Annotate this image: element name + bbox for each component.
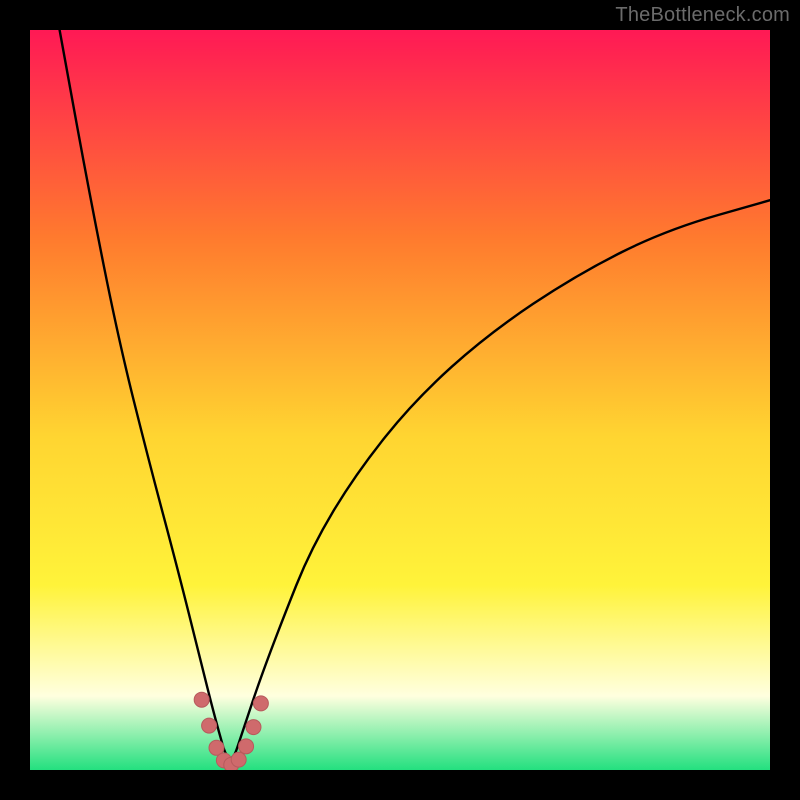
trough-marker — [239, 739, 254, 754]
trough-marker — [253, 696, 268, 711]
watermark-text: TheBottleneck.com — [615, 4, 790, 27]
trough-marker — [202, 718, 217, 733]
chart-stage: TheBottleneck.com — [0, 0, 800, 800]
bottleneck-chart — [0, 0, 800, 800]
trough-marker — [231, 752, 246, 767]
plot-background — [30, 30, 770, 770]
trough-marker — [246, 720, 261, 735]
trough-marker — [194, 692, 209, 707]
